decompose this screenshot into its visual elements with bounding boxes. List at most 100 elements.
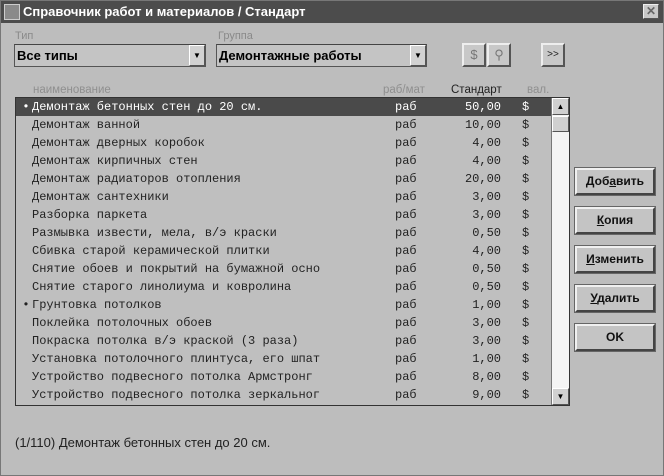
row-currency: $: [522, 334, 530, 348]
group-label: Группа: [218, 30, 253, 42]
row-value: 0,50: [472, 226, 501, 240]
row-kind: раб: [395, 118, 417, 132]
row-name-text: Демонтаж кирпичных стен: [32, 154, 198, 168]
row-kind: раб: [395, 190, 417, 204]
row-name: Демонтаж ванной: [20, 116, 140, 134]
scrollbar[interactable]: ▲ ▼: [551, 98, 569, 405]
row-value: 3,00: [472, 190, 501, 204]
dialog-window: Справочник работ и материалов / Стандарт…: [0, 0, 664, 476]
close-button[interactable]: ✕: [643, 4, 659, 19]
row-name: Покраска потолка в/э краской (3 раза): [20, 332, 298, 350]
more-button[interactable]: >>: [541, 43, 565, 67]
table-row[interactable]: Снятие обоев и покрытий на бумажной осно…: [16, 260, 551, 278]
table-row[interactable]: Установка потолочного плинтуса, его шпат…: [16, 350, 551, 368]
table-row[interactable]: Демонтаж кирпичных стен раб 4,00 $: [16, 152, 551, 170]
binoculars-icon: ⚲: [494, 47, 504, 62]
row-value: 9,00: [472, 388, 501, 402]
edit-button[interactable]: Изменить: [574, 245, 656, 274]
table-row[interactable]: Устройство подвесного потолка зеркальног…: [16, 386, 551, 404]
scroll-thumb[interactable]: [552, 116, 569, 132]
table-row[interactable]: • Грунтовка потолков раб 1,00 $: [16, 296, 551, 314]
chevron-down-icon[interactable]: ▼: [189, 45, 205, 66]
row-kind: раб: [395, 136, 417, 150]
row-kind: раб: [395, 370, 417, 384]
row-kind: раб: [395, 352, 417, 366]
find-button[interactable]: ⚲: [487, 43, 511, 67]
app-icon: [4, 4, 20, 20]
chevron-down-icon[interactable]: ▼: [410, 45, 426, 66]
row-name-text: Разборка паркета: [32, 208, 148, 222]
row-currency: $: [522, 352, 530, 366]
row-currency: $: [522, 154, 530, 168]
row-currency: $: [522, 388, 530, 402]
table-row[interactable]: Демонтаж дверных коробок раб 4,00 $: [16, 134, 551, 152]
row-name-text: Устройство подвесного потолка Армстронг: [32, 370, 313, 384]
row-kind: раб: [395, 226, 417, 240]
row-name: Поклейка потолочных обоев: [20, 314, 212, 332]
row-name: Демонтаж радиаторов отопления: [20, 170, 241, 188]
row-value: 3,00: [472, 208, 501, 222]
row-marker: •: [22, 298, 30, 312]
row-name-text: Поклейка потолочных обоев: [32, 316, 213, 330]
type-label: Тип: [15, 30, 34, 42]
currency-button[interactable]: $: [462, 43, 486, 67]
table-row[interactable]: Устройство подвесного потолка Армстронг р…: [16, 368, 551, 386]
ok-button[interactable]: OK: [574, 323, 656, 352]
row-currency: $: [522, 190, 530, 204]
table-row[interactable]: Демонтаж ванной раб 10,00 $: [16, 116, 551, 134]
row-currency: $: [522, 226, 530, 240]
table-row[interactable]: Снятие старого линолиума и ковролина раб 0…: [16, 278, 551, 296]
row-kind: раб: [395, 244, 417, 258]
table-row[interactable]: Поклейка потолочных обоев раб 3,00 $: [16, 314, 551, 332]
type-value: Все типы: [17, 48, 78, 63]
group-value: Демонтажные работы: [219, 48, 362, 63]
table-row[interactable]: • Демонтаж бетонных стен до 20 см. раб 50,0…: [16, 98, 551, 116]
row-marker: •: [22, 100, 30, 114]
column-header-name[interactable]: наименование: [33, 84, 111, 96]
row-value: 4,00: [472, 154, 501, 168]
row-name: Установка потолочного плинтуса, его шпат: [20, 350, 320, 368]
items-list[interactable]: Устройство подвесного потолка зеркальног…: [15, 97, 570, 406]
row-kind: раб: [395, 316, 417, 330]
delete-button[interactable]: Удалить: [574, 284, 656, 313]
copy-button[interactable]: Копия: [574, 206, 656, 235]
table-row[interactable]: Демонтаж радиаторов отопления раб 20,00 $: [16, 170, 551, 188]
row-name-text: Демонтаж радиаторов отопления: [32, 172, 241, 186]
row-kind: раб: [395, 262, 417, 276]
table-row[interactable]: Разборка паркета раб 3,00 $: [16, 206, 551, 224]
table-row[interactable]: Демонтаж сантехники раб 3,00 $: [16, 188, 551, 206]
row-currency: $: [522, 118, 530, 132]
row-name: Демонтаж кирпичных стен: [20, 152, 198, 170]
row-name: • Грунтовка потолков: [20, 296, 162, 314]
type-select[interactable]: Все типы ▼: [14, 44, 206, 67]
row-kind: раб: [395, 154, 417, 168]
row-kind: раб: [395, 388, 417, 402]
row-name-text: Устройство подвесного потолка зеркальног: [32, 388, 321, 402]
row-name: • Демонтаж бетонных стен до 20 см.: [20, 98, 262, 116]
row-currency: $: [522, 208, 530, 222]
row-name-text: Размывка извести, мела, в/э краски: [32, 226, 277, 240]
label: зменить: [594, 252, 644, 266]
column-header-currency[interactable]: вал.: [527, 84, 549, 96]
table-row[interactable]: Размывка извести, мела, в/э краски раб 0,5…: [16, 224, 551, 242]
table-row[interactable]: Сбивка старой керамической плитки раб 4,00…: [16, 242, 551, 260]
column-header-kind[interactable]: раб/мат: [383, 84, 425, 96]
row-name-text: Установка потолочного плинтуса, его шпат: [32, 352, 321, 366]
row-value: 10,00: [464, 118, 501, 132]
table-row[interactable]: Покраска потолка в/э краской (3 раза) раб…: [16, 332, 551, 350]
scroll-up-arrow-icon[interactable]: ▲: [552, 98, 569, 115]
row-value: 3,00: [472, 334, 501, 348]
window-title: Справочник работ и материалов / Стандарт: [23, 4, 306, 19]
row-value: 4,00: [472, 136, 501, 150]
row-name: Демонтаж сантехники: [20, 188, 169, 206]
group-select[interactable]: Демонтажные работы ▼: [216, 44, 427, 67]
row-name-text: Покраска потолка в/э краской (3 раза): [32, 334, 299, 348]
row-kind: раб: [395, 208, 417, 222]
row-kind: раб: [395, 334, 417, 348]
row-kind: раб: [395, 280, 417, 294]
column-header-standard[interactable]: Стандарт: [451, 84, 502, 96]
row-name: Разборка паркета: [20, 206, 147, 224]
row-name-text: Грунтовка потолков: [32, 298, 162, 312]
scroll-down-arrow-icon[interactable]: ▼: [552, 388, 569, 405]
add-button[interactable]: Добавить: [574, 167, 656, 196]
